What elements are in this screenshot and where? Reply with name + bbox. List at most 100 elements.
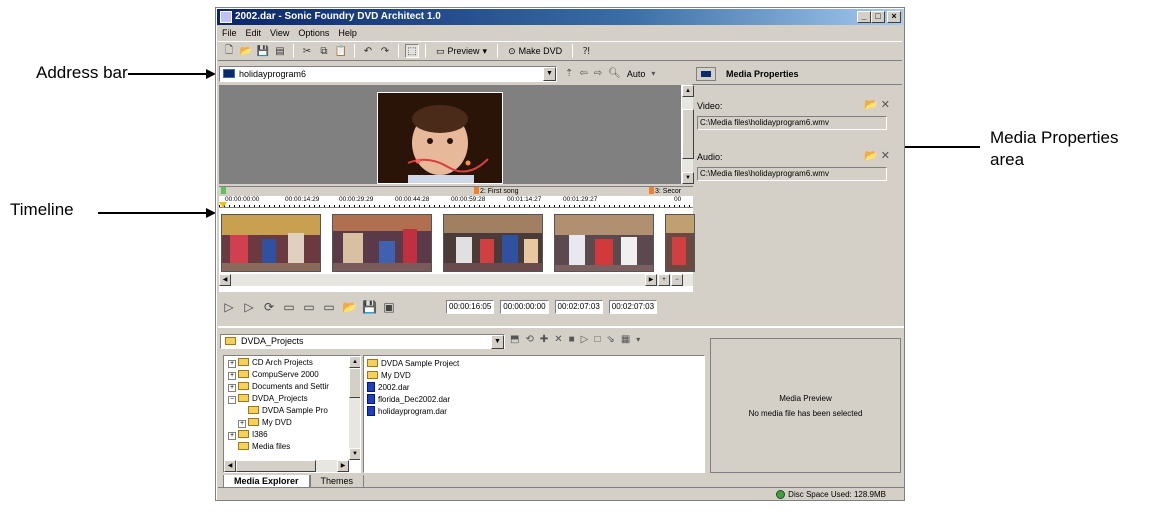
zoom-out-icon[interactable]: − [671, 274, 683, 286]
tree-item[interactable]: + CD Arch Projects [228, 358, 313, 368]
timecode-start[interactable]: 00:00:00:00 [500, 300, 549, 314]
scroll-right-icon[interactable]: ▶ [645, 274, 657, 286]
timecode-current[interactable]: 00:00:16:05 [446, 300, 495, 314]
cut-icon[interactable]: ✂ [300, 44, 314, 58]
back-icon[interactable]: ⇦ [579, 68, 587, 79]
properties-icon[interactable]: ▤ [273, 44, 287, 58]
undo-icon[interactable]: ↶ [361, 44, 375, 58]
save-icon[interactable]: 💾 [256, 44, 270, 58]
file-list[interactable]: DVDA Sample Project My DVD 2002.dar flor… [363, 355, 705, 473]
list-item[interactable]: florida_Dec2002.dar [367, 394, 450, 405]
menu-view[interactable]: View [270, 26, 289, 40]
close-button[interactable]: × [887, 11, 901, 23]
zoom-icon[interactable]: 🔍︎ [608, 68, 621, 79]
video-thumbnail[interactable] [221, 214, 321, 272]
paste-icon[interactable]: 📋 [334, 44, 348, 58]
timeline-scrollbar[interactable]: ◀ ▶ + − [219, 274, 693, 286]
open-icon[interactable]: ■ [569, 334, 575, 345]
collapse-icon[interactable]: − [228, 396, 236, 404]
insert-region-icon[interactable]: ▭ [302, 300, 316, 314]
tree-item[interactable]: + I386 [228, 430, 268, 440]
video-path-field[interactable]: C:\Media files\holidayprogram6.wmv [697, 116, 887, 130]
views-icon[interactable]: ▦ [621, 334, 630, 345]
tree-item[interactable]: + Documents and Settir [228, 382, 329, 392]
refresh-icon[interactable]: ⟲ [525, 334, 533, 345]
loop-icon[interactable]: ⟳ [262, 300, 276, 314]
save-icon[interactable]: 💾 [362, 300, 377, 314]
copy-icon[interactable]: ⧉ [317, 44, 331, 58]
make-dvd-button[interactable]: ⊙ Make DVD [504, 43, 566, 59]
expand-icon[interactable]: + [228, 372, 236, 380]
help-icon[interactable]: ⁈ [579, 44, 593, 58]
tree-item[interactable]: + CompuServe 2000 [228, 370, 319, 380]
video-thumbnail[interactable] [554, 214, 654, 272]
stop-icon[interactable]: □ [594, 334, 600, 345]
open-icon[interactable]: 📂 [239, 44, 253, 58]
zoom-in-icon[interactable]: + [658, 274, 670, 286]
menu-file[interactable]: File [222, 26, 237, 40]
chevron-down-icon[interactable]: ▾ [651, 69, 655, 78]
scroll-up-icon[interactable]: ▲ [349, 356, 360, 368]
close-icon[interactable]: ✕ [881, 99, 890, 111]
tree-vertical-scrollbar[interactable]: ▲ ▼ [349, 356, 360, 460]
forward-icon[interactable]: ⇨ [594, 68, 602, 79]
open-icon[interactable]: 📂 [342, 300, 357, 314]
thumbnail-strip[interactable] [219, 210, 695, 274]
scroll-down-icon[interactable]: ▼ [349, 448, 360, 460]
chevron-down-icon[interactable]: ▼ [491, 335, 504, 349]
video-thumbnail[interactable] [443, 214, 543, 272]
folder-tree[interactable]: + CD Arch Projects + CompuServe 2000 + Docu… [223, 355, 361, 473]
insert-chapter-icon[interactable]: ▭ [322, 300, 336, 314]
chevron-down-icon[interactable]: ▾ [636, 335, 640, 344]
tree-horizontal-scrollbar[interactable]: ◀ ▶ [224, 460, 349, 472]
tree-item[interactable]: − DVDA_Projects [228, 394, 308, 404]
open-icon[interactable]: 📂 [864, 150, 878, 162]
chapter-marker[interactable]: 3: Secor [649, 187, 681, 196]
scroll-left-icon[interactable]: ◀ [219, 274, 231, 286]
close-icon[interactable]: ✕ [881, 150, 890, 162]
timecode-length[interactable]: 00:02:07:03 [608, 300, 658, 314]
play-icon[interactable]: ▷ [581, 334, 589, 345]
expand-icon[interactable]: + [238, 420, 246, 428]
menu-help[interactable]: Help [338, 26, 357, 40]
scrollbar-thumb[interactable] [349, 368, 360, 398]
tree-item[interactable]: Media files [238, 442, 290, 452]
video-thumbnail[interactable] [665, 214, 695, 272]
new-icon[interactable]: 🗋 [222, 44, 236, 58]
chapter-marker[interactable]: 2: First song [474, 187, 519, 196]
list-item[interactable]: My DVD [367, 370, 411, 381]
expand-icon[interactable]: + [228, 384, 236, 392]
timeline-ruler[interactable]: 00:00:00:00 00:00:14:29 00:00:29:29 00:0… [219, 196, 693, 208]
scroll-left-icon[interactable]: ◀ [224, 460, 236, 472]
tree-item[interactable]: + My DVD [238, 418, 292, 428]
add-media-icon[interactable]: ✚ [540, 334, 548, 345]
up-level-icon[interactable]: ⇡ [565, 68, 573, 79]
title-bar[interactable]: 2002.dar - Sonic Foundry DVD Architect 1… [217, 9, 903, 25]
video-thumbnail[interactable] [332, 214, 432, 272]
audio-path-field[interactable]: C:\Media files\holidayprogram6.wmv [697, 167, 887, 181]
select-tool-icon[interactable]: ⬚ [405, 44, 419, 58]
auto-preview-icon[interactable]: ⇘ [606, 334, 614, 345]
minimize-button[interactable]: _ [857, 11, 871, 23]
tree-item[interactable]: DVDA Sample Pro [248, 406, 328, 416]
maximize-button[interactable]: □ [871, 11, 885, 23]
scrollbar-thumb[interactable] [236, 460, 316, 472]
delete-icon[interactable]: ✕ [554, 334, 562, 345]
chevron-down-icon[interactable]: ▼ [543, 66, 556, 81]
scroll-right-icon[interactable]: ▶ [337, 460, 349, 472]
explorer-folder-combo[interactable]: DVDA_Projects ▼ [220, 334, 505, 349]
up-folder-icon[interactable]: ⬒ [510, 334, 519, 345]
menu-edit[interactable]: Edit [246, 26, 262, 40]
list-item[interactable]: 2002.dar [367, 382, 410, 393]
open-icon[interactable]: 📂 [864, 99, 878, 111]
play-from-start-icon[interactable]: ▷ [222, 300, 236, 314]
timecode-end[interactable]: 00:02:07:03 [554, 300, 603, 314]
menu-options[interactable]: Options [298, 26, 329, 40]
list-item[interactable]: DVDA Sample Project [367, 358, 459, 369]
start-marker[interactable] [221, 187, 227, 196]
redo-icon[interactable]: ↷ [378, 44, 392, 58]
list-item[interactable]: holidayprogram.dar [367, 406, 447, 417]
timeline[interactable]: 2: First song 3: Secor 00:00:00:00 00:00… [219, 186, 695, 292]
zoom-level[interactable]: Auto [627, 69, 646, 79]
insert-marker-icon[interactable]: ▭ [282, 300, 296, 314]
